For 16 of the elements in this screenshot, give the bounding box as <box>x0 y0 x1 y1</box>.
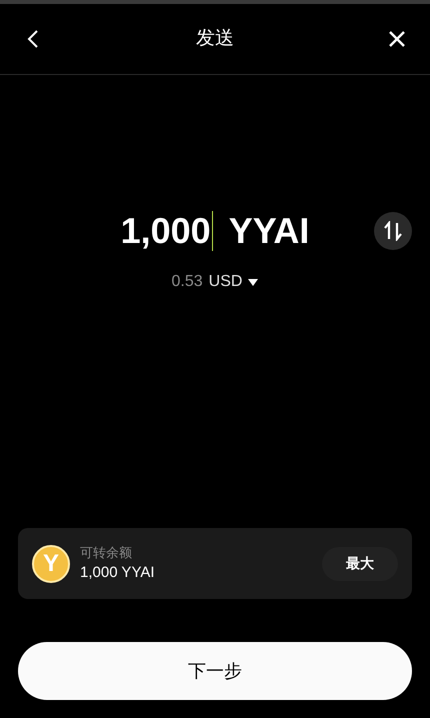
balance-label: 可转余额 <box>80 544 133 562</box>
window-title: 发送 <box>196 26 234 51</box>
amount-field[interactable]: 1,000 <box>120 211 213 251</box>
fiat-value: 0.53 <box>172 272 203 292</box>
swap-icon <box>384 221 402 241</box>
back-icon <box>27 29 39 49</box>
balance-value: 1,000 YYAI <box>80 563 155 583</box>
max-button[interactable]: 最大 <box>322 546 398 580</box>
fiat-currency: USD <box>208 272 242 292</box>
coin-icon: Y <box>32 544 70 582</box>
dropdown-icon <box>248 278 258 286</box>
currency-selector[interactable]: 0.53 USD <box>172 270 258 294</box>
amount-unit: YYAI <box>228 211 310 251</box>
next-button[interactable]: 下一步 <box>18 642 412 700</box>
swap-button[interactable] <box>374 212 412 250</box>
close-icon <box>388 30 406 48</box>
